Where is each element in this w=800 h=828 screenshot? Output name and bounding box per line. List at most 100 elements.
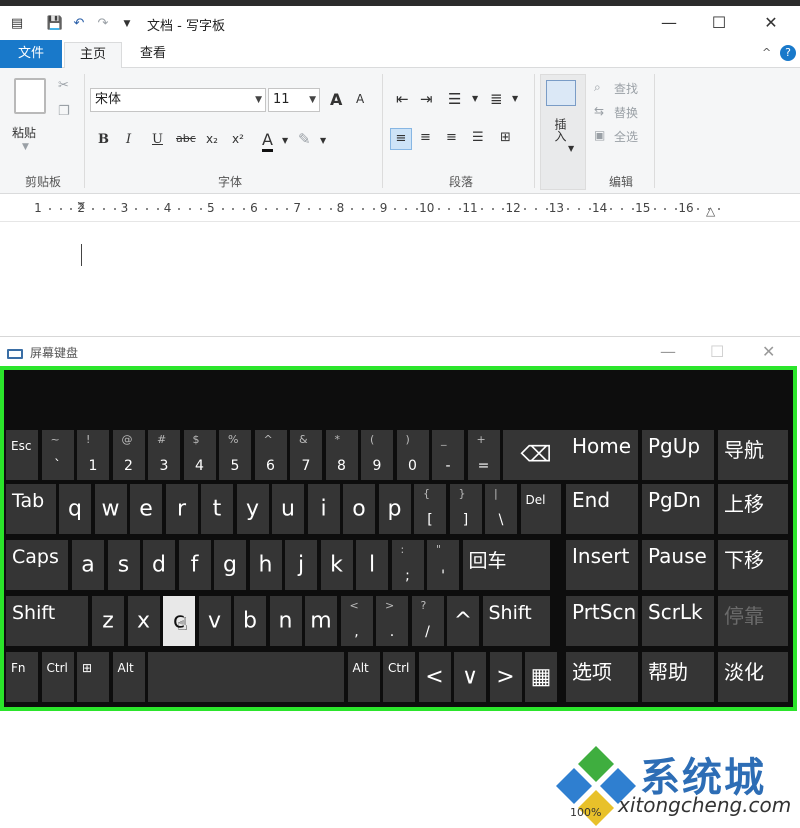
nav-key-0-0[interactable]: Home [566,430,638,480]
key-v[interactable]: v [198,596,231,646]
bold-button[interactable]: B [98,132,109,147]
key-`[interactable]: ~ ` [41,430,74,480]
font-size-select[interactable]: 11 ▼ [268,88,320,112]
windows-key[interactable]: ⊞ [77,652,109,702]
decrease-indent-icon[interactable]: ⇤ [396,90,409,108]
alt-key[interactable]: Alt [112,652,145,702]
strikethrough-button[interactable]: abc [176,132,196,145]
space-key[interactable] [148,652,344,702]
cut-icon[interactable]: ✂ [58,78,69,93]
key-p[interactable]: p [378,484,411,534]
key-2[interactable]: @2 [112,430,145,480]
nav-key-0-1[interactable]: PgUp [642,430,714,480]
key-x[interactable]: x [127,596,160,646]
close-button[interactable]: ✕ [748,8,794,38]
italic-button[interactable]: I [126,132,131,147]
font-color-button[interactable]: A [262,130,273,152]
enter-key[interactable]: 回车 [462,540,550,590]
key-k[interactable]: k [320,540,353,590]
right-indent-marker[interactable]: △ [706,204,715,218]
key-/[interactable]: ? / [411,596,444,646]
key-e[interactable]: e [130,484,162,534]
nav-key-4-0[interactable]: 选项 [566,652,638,702]
select-all-label[interactable]: 全选 [614,128,638,145]
right-shift-key[interactable]: Shift [482,596,550,646]
delete-key[interactable]: Del [520,484,561,534]
nav-key-0-2[interactable]: 导航 [718,430,788,480]
osk-maximize-button[interactable]: ☐ [710,342,724,361]
find-label[interactable]: 查找 [614,80,638,97]
undo-icon[interactable]: ↶ [70,15,88,33]
key-=[interactable]: + = [467,430,500,480]
document-editor[interactable] [0,222,800,332]
left-arrow-key[interactable]: < [418,652,451,702]
right-alt-key[interactable]: Alt [347,652,380,702]
nav-key-1-1[interactable]: PgDn [642,484,714,534]
underline-button[interactable]: U [152,132,163,147]
key-g[interactable]: g [214,540,246,590]
key-7[interactable]: & 7 [290,430,322,480]
chevron-down-icon[interactable]: ▼ [320,136,326,145]
key-;[interactable]: :; [391,540,424,590]
key-6[interactable]: ^ 6 [254,430,287,480]
caps-lock-key[interactable]: Caps [6,540,68,590]
key-t[interactable]: t [201,484,233,534]
left-shift-key[interactable]: Shift [6,596,88,646]
nav-key-3-2[interactable]: 停靠 [718,596,788,646]
justify-icon[interactable]: ☰ [472,130,484,145]
key-r[interactable]: r [165,484,198,534]
key-s[interactable]: s [107,540,140,590]
paragraph-settings-icon[interactable]: ⊞ [500,130,511,145]
fn-key[interactable]: Fn [6,652,38,702]
key-o[interactable]: o [343,484,375,534]
minimize-button[interactable]: — [646,8,692,38]
chevron-down-icon[interactable]: ▼ [512,94,518,103]
backspace-key[interactable]: ⌫ [503,430,569,480]
nav-key-1-2[interactable]: 上移 [718,484,788,534]
esc-key[interactable]: Esc [6,430,38,480]
key-.[interactable]: >. [376,596,408,646]
nav-key-4-1[interactable]: 帮助 [642,652,714,702]
nav-key-3-0[interactable]: PrtScn [566,596,638,646]
key-\[interactable]: | \ [485,484,517,534]
key-j[interactable]: j [285,540,317,590]
paste-dropdown-icon[interactable]: ▼ [22,142,29,152]
find-icon[interactable]: ⌕ [594,80,601,95]
key-m[interactable]: m [305,596,337,646]
nav-key-2-1[interactable]: Pause [642,540,714,590]
osk-minimize-button[interactable]: — [660,342,676,361]
key-n[interactable]: n [269,596,302,646]
paste-icon[interactable] [14,78,46,114]
key-,[interactable]: <, [340,596,373,646]
key-a[interactable]: a [72,540,104,590]
highlight-icon[interactable]: ✎ [298,130,311,148]
key-y[interactable]: y [236,484,269,534]
chevron-down-icon[interactable]: ▼ [282,136,288,145]
key-d[interactable]: d [143,540,175,590]
key-b[interactable]: b [234,596,266,646]
tab-view[interactable]: 查看 [124,42,182,68]
line-spacing-icon[interactable]: ≣ [490,90,503,108]
right-ctrl-key[interactable]: Ctrl [383,652,415,702]
key-1[interactable]: ! 1 [77,430,109,480]
key-[[interactable]: {[ [414,484,446,534]
chevron-down-icon[interactable]: ▼ [472,94,478,103]
key-h[interactable]: h [249,540,282,590]
align-left-button[interactable]: ≡ [390,128,412,150]
replace-icon[interactable]: ⇆ [594,104,604,118]
increase-indent-icon[interactable]: ⇥ [420,90,433,108]
copy-icon[interactable]: ❐ [58,104,70,119]
key-f[interactable]: f [178,540,211,590]
ruler[interactable]: ⧖ △ 1 2 3 4 5 6 7 8 9 10 11 12 13 14 15 16 [0,196,800,222]
superscript-button[interactable]: x² [232,132,244,146]
right-arrow-key[interactable]: > [489,652,522,702]
select-all-icon[interactable]: ▣ [594,128,605,142]
key--[interactable]: _ - [432,430,464,480]
up-arrow-key[interactable]: ^ [447,596,479,646]
key-3[interactable]: #3 [148,430,180,480]
down-arrow-key[interactable]: ∨ [454,652,486,702]
nav-key-1-0[interactable]: End [566,484,638,534]
nav-key-2-2[interactable]: 下移 [718,540,788,590]
ctrl-key[interactable]: Ctrl [41,652,74,702]
key-z[interactable]: z [92,596,124,646]
